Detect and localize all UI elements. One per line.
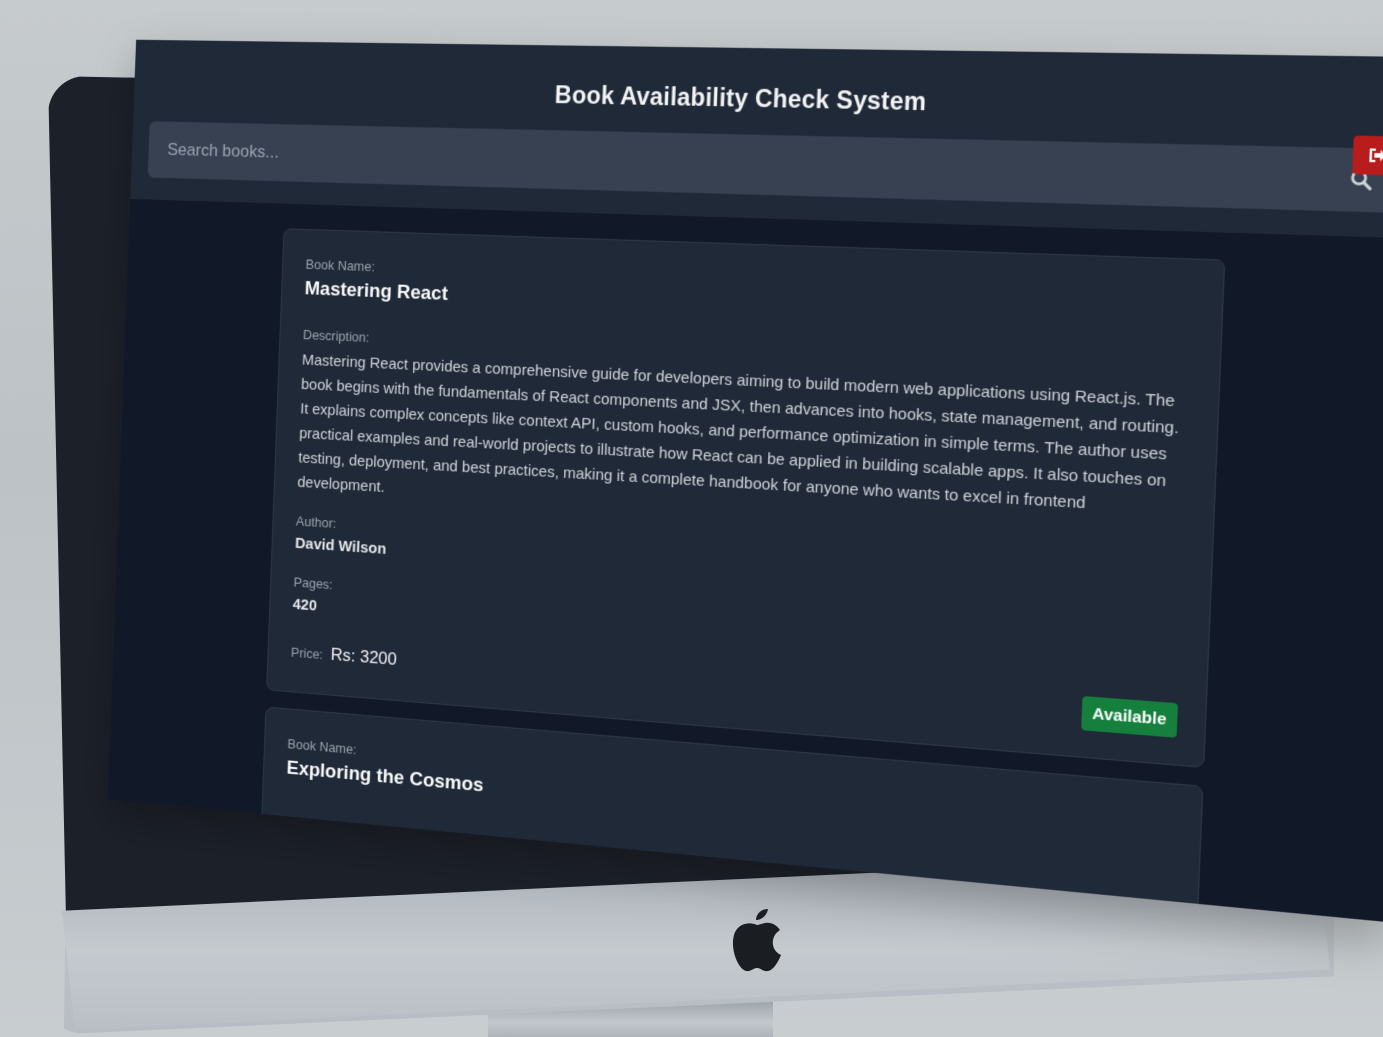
- book-description: Mastering React provides a comprehensive…: [297, 351, 1180, 513]
- book-card: Book Name: Mastering React Description: …: [265, 228, 1225, 768]
- logout-icon: [1369, 148, 1383, 163]
- page-title: Book Availability Check System: [554, 81, 927, 116]
- book-list: Book Name: Mastering React Description: …: [108, 199, 1383, 922]
- search-bar: [147, 121, 1383, 213]
- app-screen: Book Availability Check System Book Name…: [107, 39, 1383, 923]
- status-badge: Available: [1081, 695, 1178, 738]
- search-input[interactable]: [165, 138, 1351, 193]
- logout-button[interactable]: [1352, 135, 1383, 176]
- price-label: Price:: [290, 643, 324, 662]
- price-group: Price: Rs: 3200: [291, 641, 398, 670]
- book-price: Rs: 3200: [330, 643, 398, 669]
- screen-viewport: Book Availability Check System Book Name…: [0, 0, 1383, 1037]
